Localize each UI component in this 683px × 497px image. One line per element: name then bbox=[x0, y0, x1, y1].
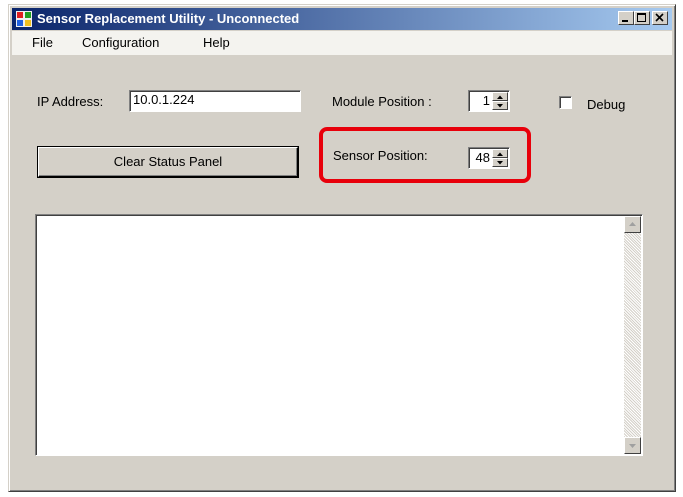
ip-address-label: IP Address: bbox=[37, 94, 104, 109]
minimize-icon bbox=[622, 20, 628, 22]
main-window: Sensor Replacement Utility - Unconnected… bbox=[8, 4, 676, 492]
menu-bar: File Configuration Help bbox=[12, 31, 672, 55]
arrow-up-icon bbox=[497, 152, 503, 156]
menu-help[interactable]: Help bbox=[203, 35, 230, 50]
arrow-down-icon bbox=[497, 161, 503, 165]
sensor-position-stepper[interactable]: 48 bbox=[468, 147, 510, 169]
status-panel-scrollbar[interactable] bbox=[624, 216, 641, 454]
sensor-position-label: Sensor Position: bbox=[333, 148, 428, 163]
module-position-label: Module Position : bbox=[332, 94, 432, 109]
arrow-up-icon bbox=[497, 95, 503, 99]
minimize-button[interactable] bbox=[618, 11, 634, 25]
scroll-down-icon bbox=[629, 444, 636, 448]
menu-file[interactable]: File bbox=[32, 35, 53, 50]
close-icon bbox=[655, 13, 664, 22]
status-panel[interactable] bbox=[35, 214, 643, 456]
debug-label: Debug bbox=[587, 97, 626, 112]
app-window-icon[interactable] bbox=[16, 11, 32, 27]
arrow-down-icon bbox=[497, 104, 503, 108]
scroll-down-button[interactable] bbox=[624, 437, 641, 454]
maximize-button[interactable] bbox=[634, 11, 650, 25]
module-position-down-button[interactable] bbox=[492, 101, 508, 110]
maximize-icon bbox=[637, 13, 646, 22]
close-button[interactable] bbox=[652, 11, 668, 25]
module-position-up-button[interactable] bbox=[492, 92, 508, 101]
ip-address-input[interactable]: 10.0.1.224 bbox=[129, 90, 301, 112]
debug-checkbox[interactable] bbox=[559, 96, 572, 109]
scroll-up-icon bbox=[629, 222, 636, 226]
sensor-position-down-button[interactable] bbox=[492, 158, 508, 167]
sensor-position-up-button[interactable] bbox=[492, 149, 508, 158]
scroll-up-button[interactable] bbox=[624, 216, 641, 233]
clear-status-panel-button[interactable]: Clear Status Panel bbox=[38, 147, 298, 177]
menu-configuration[interactable]: Configuration bbox=[82, 35, 159, 50]
sensor-position-value: 48 bbox=[475, 150, 490, 165]
window-title: Sensor Replacement Utility - Unconnected bbox=[37, 11, 300, 26]
title-bar[interactable]: Sensor Replacement Utility - Unconnected bbox=[12, 8, 672, 30]
module-position-value: 1 bbox=[482, 93, 490, 108]
module-position-stepper[interactable]: 1 bbox=[468, 90, 510, 112]
